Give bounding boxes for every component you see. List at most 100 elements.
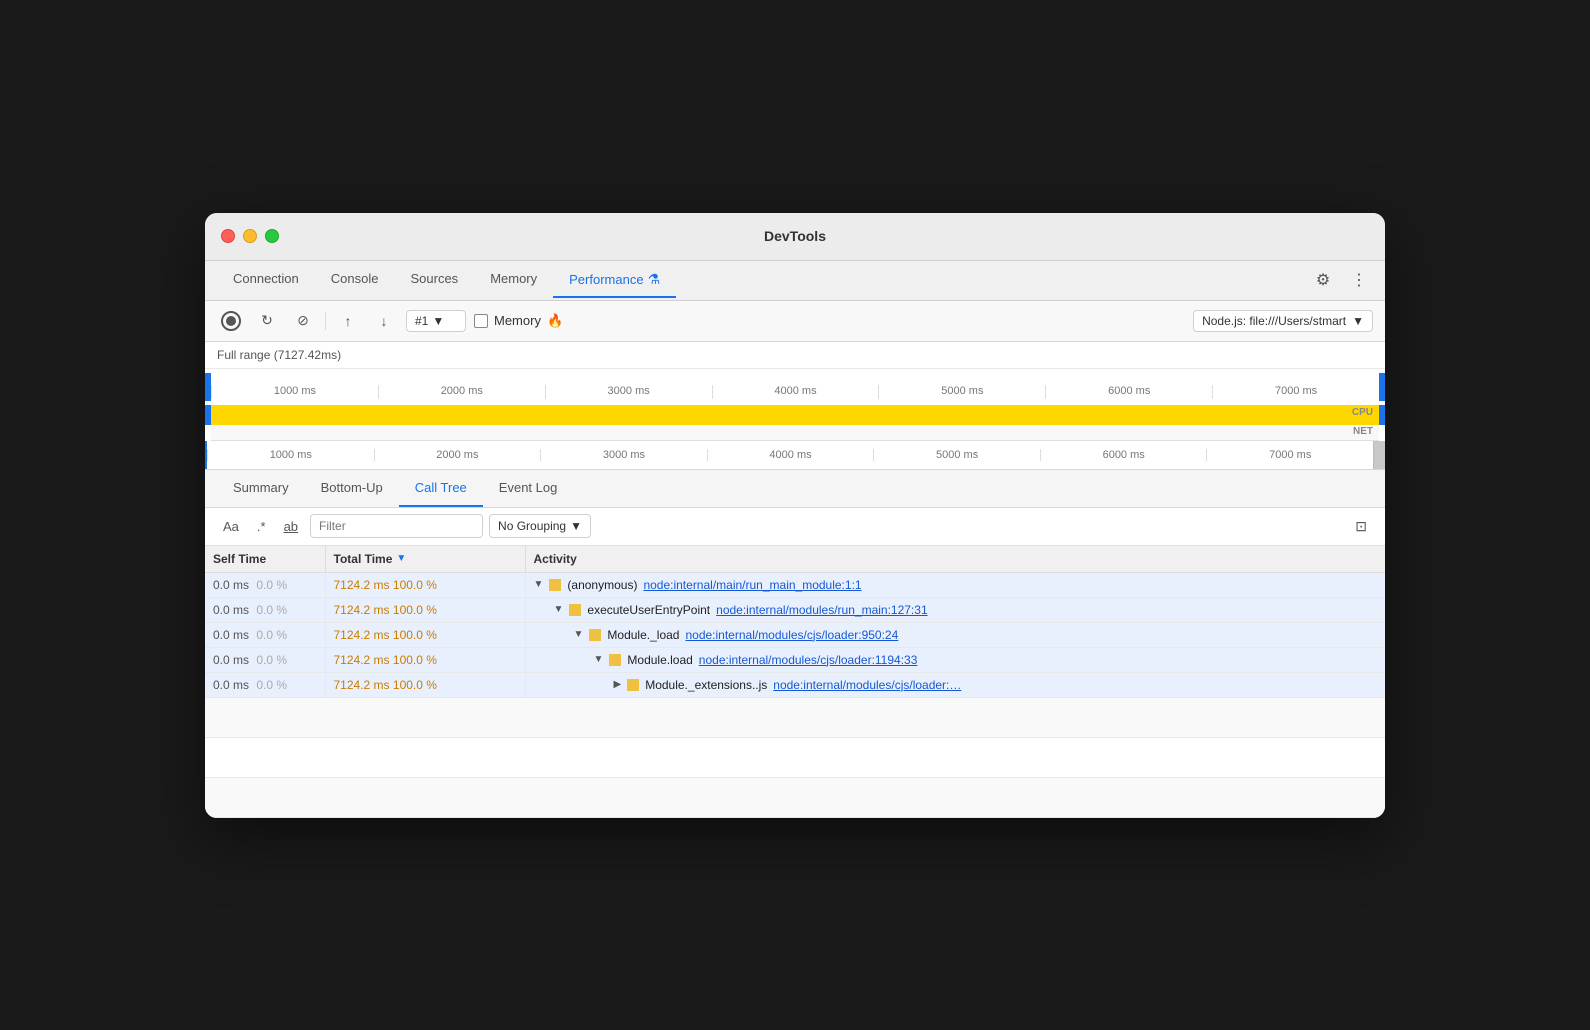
ruler-mark-4000: 4000 ms (712, 385, 879, 399)
net-right-space (1379, 425, 1385, 441)
filter-row: Aa .* ab No Grouping ▼ ⊡ (205, 508, 1385, 546)
cpu-label: CPU (1352, 407, 1373, 418)
ruler-mark-7000: 7000 ms (1212, 385, 1379, 399)
cell-total-time-2: 7124.2 ms 100.0 % (325, 622, 525, 647)
tab-summary[interactable]: Summary (217, 470, 305, 507)
flask-icon: ⚗ (648, 271, 661, 288)
ruler-mark-5000: 5000 ms (878, 385, 1045, 399)
activity-color-3 (609, 654, 621, 666)
lower-mark-7000: 7000 ms (1206, 449, 1373, 461)
nav-tabs: Connection Console Sources Memory Perfor… (217, 263, 1309, 298)
title-bar: DevTools (205, 213, 1385, 261)
nav-right: ⚙ ⋮ (1309, 266, 1373, 294)
whole-word-button[interactable]: ab (278, 516, 304, 537)
expand-icon-2[interactable]: ▼ (574, 629, 584, 640)
maximize-button[interactable] (265, 229, 279, 243)
toolbar: ↻ ⊘ ↑ ↓ #1 ▼ Memory 🔥 Node.js: file:///U… (205, 301, 1385, 342)
tab-performance[interactable]: Performance ⚗ (553, 263, 676, 298)
record-icon (221, 311, 241, 331)
filter-input[interactable] (310, 514, 483, 538)
expand-icon-1[interactable]: ▼ (554, 604, 564, 615)
tab-event-log[interactable]: Event Log (483, 470, 574, 507)
cell-activity-2: ▼ Module._load node:internal/modules/cjs… (525, 622, 1385, 647)
cell-activity-0: ▼ (anonymous) node:internal/main/run_mai… (525, 572, 1385, 597)
tab-sources[interactable]: Sources (394, 263, 474, 298)
table-row-empty (205, 737, 1385, 777)
cell-total-time-1: 7124.2 ms 100.0 % (325, 597, 525, 622)
tab-call-tree[interactable]: Call Tree (399, 470, 483, 507)
grouping-select[interactable]: No Grouping ▼ (489, 514, 591, 538)
tab-connection[interactable]: Connection (217, 263, 315, 298)
download-button[interactable]: ↓ (370, 307, 398, 335)
memory-check: Memory 🔥 (474, 313, 563, 329)
toolbar-divider (325, 312, 326, 330)
case-sensitive-button[interactable]: Aa (217, 516, 245, 537)
minimize-button[interactable] (243, 229, 257, 243)
table-row: 0.0 ms 0.0 % 7124.2 ms 100.0 % ▼ Module.… (205, 647, 1385, 672)
activity-link-4[interactable]: node:internal/modules/cjs/loader:… (773, 678, 961, 692)
memory-checkbox[interactable] (474, 314, 488, 328)
ruler-marks: 1000 ms 2000 ms 3000 ms 4000 ms 5000 ms … (211, 375, 1379, 399)
activity-color-4 (627, 679, 639, 691)
close-button[interactable] (221, 229, 235, 243)
lower-timeline: 1000 ms 2000 ms 3000 ms 4000 ms 5000 ms … (205, 441, 1385, 469)
expand-icon-3[interactable]: ▼ (594, 654, 604, 665)
cell-activity-1: ▼ executeUserEntryPoint node:internal/mo… (525, 597, 1385, 622)
settings-button[interactable]: ⚙ (1309, 266, 1337, 294)
lower-mark-4000: 4000 ms (707, 449, 874, 461)
ruler-mark-6000: 6000 ms (1045, 385, 1212, 399)
activity-link-2[interactable]: node:internal/modules/cjs/loader:950:24 (685, 628, 898, 642)
clear-button[interactable]: ⊘ (289, 307, 317, 335)
cell-self-time-1: 0.0 ms 0.0 % (205, 597, 325, 622)
net-label: NET (1353, 426, 1373, 437)
panel-toggle-button[interactable]: ⊡ (1349, 514, 1373, 539)
ruler-handle-right[interactable] (1379, 373, 1385, 401)
net-bar: NET (211, 425, 1379, 441)
reload-button[interactable]: ↻ (253, 307, 281, 335)
cell-total-time-4: 7124.2 ms 100.0 % (325, 672, 525, 697)
activity-name-2: Module._load (607, 628, 679, 642)
profile-dropdown-arrow: ▼ (432, 314, 444, 328)
cpu-right-handle (1379, 405, 1385, 425)
timeline-area: Full range (7127.42ms) 1000 ms 2000 ms 3… (205, 342, 1385, 470)
node-selector[interactable]: Node.js: file:///Users/stmart ▼ (1193, 310, 1373, 332)
activity-color-1 (569, 604, 581, 616)
table-row: 0.0 ms 0.0 % 7124.2 ms 100.0 % ▼ execute… (205, 597, 1385, 622)
cell-self-time-3: 0.0 ms 0.0 % (205, 647, 325, 672)
table-row: 0.0 ms 0.0 % 7124.2 ms 100.0 % ▶ Module.… (205, 672, 1385, 697)
activity-link-1[interactable]: node:internal/modules/run_main:127:31 (716, 603, 927, 617)
table-row: 0.0 ms 0.0 % 7124.2 ms 100.0 % ▼ (anonym… (205, 572, 1385, 597)
record-button[interactable] (217, 307, 245, 335)
traffic-lights (221, 229, 279, 243)
bottom-tabs-row: Summary Bottom-Up Call Tree Event Log (205, 470, 1385, 508)
upper-ruler[interactable]: 1000 ms 2000 ms 3000 ms 4000 ms 5000 ms … (205, 369, 1385, 405)
cell-self-time-4: 0.0 ms 0.0 % (205, 672, 325, 697)
activity-color-2 (589, 629, 601, 641)
th-total-time[interactable]: Total Time ▼ (325, 546, 525, 573)
more-button[interactable]: ⋮ (1345, 266, 1373, 294)
upload-button[interactable]: ↑ (334, 307, 362, 335)
cell-activity-4: ▶ Module._extensions..js node:internal/m… (525, 672, 1385, 697)
node-selector-label: Node.js: file:///Users/stmart (1202, 314, 1346, 328)
tab-memory[interactable]: Memory (474, 263, 553, 298)
grouping-label: No Grouping (498, 519, 566, 533)
memory-label: Memory (494, 313, 541, 328)
activity-link-3[interactable]: node:internal/modules/cjs/loader:1194:33 (699, 653, 918, 667)
activity-color-0 (549, 579, 561, 591)
ruler-mark-2000: 2000 ms (378, 385, 545, 399)
activity-link-0[interactable]: node:internal/main/run_main_module:1:1 (643, 578, 861, 592)
profile-selector[interactable]: #1 ▼ (406, 310, 466, 332)
expand-icon-4[interactable]: ▶ (614, 679, 622, 690)
tab-console[interactable]: Console (315, 263, 395, 298)
lower-ruler[interactable]: 1000 ms 2000 ms 3000 ms 4000 ms 5000 ms … (207, 441, 1373, 469)
tab-bottom-up[interactable]: Bottom-Up (305, 470, 399, 507)
activity-name-0: (anonymous) (567, 578, 637, 592)
lower-mark-2000: 2000 ms (374, 449, 541, 461)
activity-name-3: Module.load (627, 653, 692, 667)
lower-mark-6000: 6000 ms (1040, 449, 1207, 461)
lower-mark-3000: 3000 ms (540, 449, 707, 461)
lower-scrollbar[interactable] (1373, 441, 1385, 469)
table-row-empty (205, 777, 1385, 817)
expand-icon-0[interactable]: ▼ (534, 579, 544, 590)
regex-button[interactable]: .* (251, 516, 272, 537)
